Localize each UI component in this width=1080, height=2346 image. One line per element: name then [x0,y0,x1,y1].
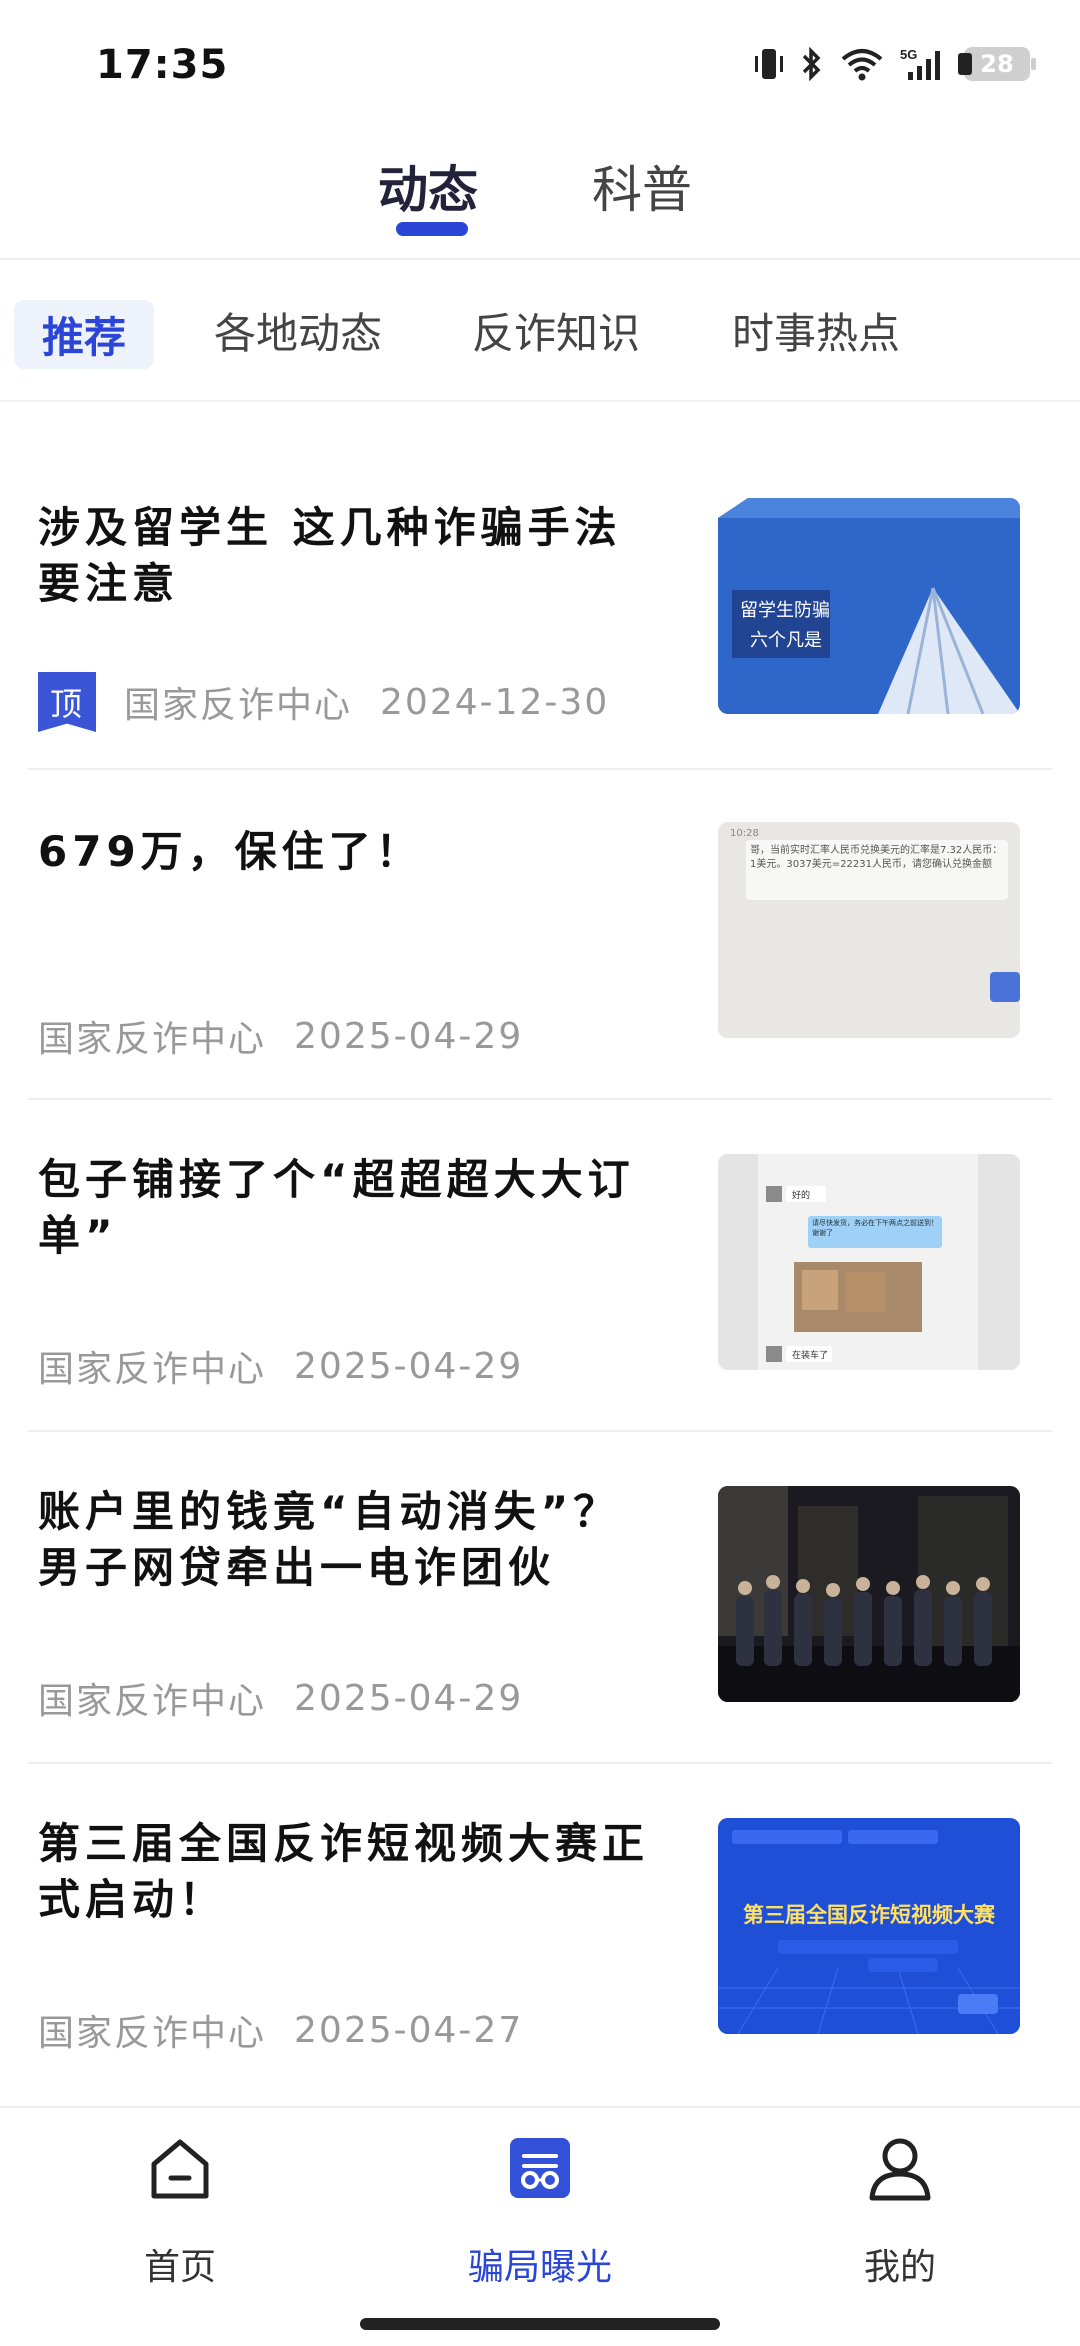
tab-dynamic[interactable]: 动态 [378,150,478,222]
category-anti-fraud-knowledge[interactable]: 反诈知识 [472,300,640,361]
pin-badge: 顶 [38,672,96,732]
article-thumbnail: 留学生防骗 六个凡是 [718,498,1020,714]
wifi-icon [840,47,884,81]
article-thumbnail: 10:28 哥，当前实时汇率人民币兑换美元的汇率是7.32人民币：1美元。303… [718,822,1020,1038]
article-title: 第三届全国反诈短视频大赛正式启动！ [38,1819,650,1924]
article-thumbnail [718,1486,1020,1702]
category-divider [0,400,1080,402]
battery-level: 28 [980,50,1014,78]
article-thumbnail: 第三届全国反诈短视频大赛 [718,1818,1020,2034]
article-source: 国家反诈中心 [38,1349,267,1390]
thumb-caption-1: 留学生防骗 [740,600,830,621]
article-title: 679万，保住了！ [38,827,423,876]
article-date: 2025-04-27 [294,2009,524,2051]
article-title: 包子铺接了个“超超超大大订单” [38,1155,635,1260]
gesture-home-bar [360,2318,720,2330]
exposure-icon [510,2138,570,2198]
article-date: 2024-12-30 [380,681,610,723]
thumb-time: 10:28 [730,828,759,839]
tab-science[interactable]: 科普 [592,150,692,222]
category-recommend[interactable]: 推荐 [14,300,155,369]
bluetooth-icon [800,46,824,82]
category-current-affairs[interactable]: 时事热点 [732,300,900,361]
article-source: 国家反诈中心 [38,1019,267,1060]
article-source: 国家反诈中心 [38,1681,267,1722]
article-source: 国家反诈中心 [124,685,353,726]
article-meta: 国家反诈中心 2025-04-29 [38,1340,523,1392]
article-meta: 国家反诈中心 2025-04-29 [38,1010,523,1062]
article-title: 账户里的钱竟“自动消失”？男子网贷牵出一电诈团伙 [38,1487,621,1592]
article-card[interactable]: 涉及留学生 这几种诈骗手法要注意 顶 国家反诈中心 2024-12-30 留学生… [0,440,1080,770]
nav-profile-label: 我的 [863,2247,936,2288]
article-meta: 国家反诈中心 2025-04-27 [38,2004,523,2056]
nav-home-label: 首页 [143,2247,216,2288]
vibrate-icon [754,46,784,82]
thumb-chat-request: 请尽快发货，务必在下午两点之前送到！谢谢了 [812,1219,938,1237]
home-icon [151,2139,209,2199]
card-divider [28,1762,1052,1764]
tab-indicator [396,222,468,236]
thumb-contest-title: 第三届全国反诈短视频大赛 [743,1903,996,1927]
article-source: 国家反诈中心 [38,2013,267,2054]
article-card[interactable]: 第三届全国反诈短视频大赛正式启动！ 国家反诈中心 2025-04-27 第三届全… [0,1766,1080,2096]
thumb-caption-2: 六个凡是 [750,630,822,651]
thumb-chat-loading: 在装车了 [792,1349,828,1361]
article-date: 2025-04-29 [294,1677,524,1719]
signal-5g-icon: 5G [900,46,948,82]
thumb-chat-text: 哥，当前实时汇率人民币兑换美元的汇率是7.32人民币：1美元。3037美元=22… [750,845,1003,870]
status-icons: 5G 28 [754,46,1036,82]
top-tab-bar: 动态 科普 [0,130,1080,258]
article-card[interactable]: 包子铺接了个“超超超大大订单” 国家反诈中心 2025-04-29 好的 请尽快… [0,1102,1080,1432]
article-date: 2025-04-29 [294,1015,524,1057]
article-title: 涉及留学生 这几种诈骗手法要注意 [38,503,622,608]
nav-exposure-label: 骗局曝光 [467,2247,612,2288]
signal-network-label: 5G [900,47,917,62]
profile-icon [869,2138,931,2201]
card-divider [28,1430,1052,1432]
card-divider [28,1098,1052,1100]
article-card[interactable]: 账户里的钱竟“自动消失”？男子网贷牵出一电诈团伙 国家反诈中心 2025-04-… [0,1434,1080,1764]
status-bar: 17:35 5G 28 [0,0,1080,120]
article-meta: 国家反诈中心 2025-04-29 [38,1672,523,1724]
article-card[interactable]: 679万，保住了！ 国家反诈中心 2025-04-29 10:28 哥，当前实时… [0,770,1080,1100]
category-bar: 推荐 各地动态 反诈知识 时事热点 [0,260,1080,400]
article-meta: 顶 国家反诈中心 2024-12-30 [38,672,609,732]
status-time: 17:35 [96,42,229,88]
category-local-news[interactable]: 各地动态 [214,300,382,361]
article-thumbnail: 好的 请尽快发货，务必在下午两点之前送到！谢谢了 在装车了 [718,1154,1020,1370]
battery-icon: 28 [958,47,1036,81]
thumb-chat-reply: 好的 [792,1189,810,1201]
article-date: 2025-04-29 [294,1345,524,1387]
bottom-nav-bar: 首页 骗局曝光 我的 [0,2106,1080,2346]
